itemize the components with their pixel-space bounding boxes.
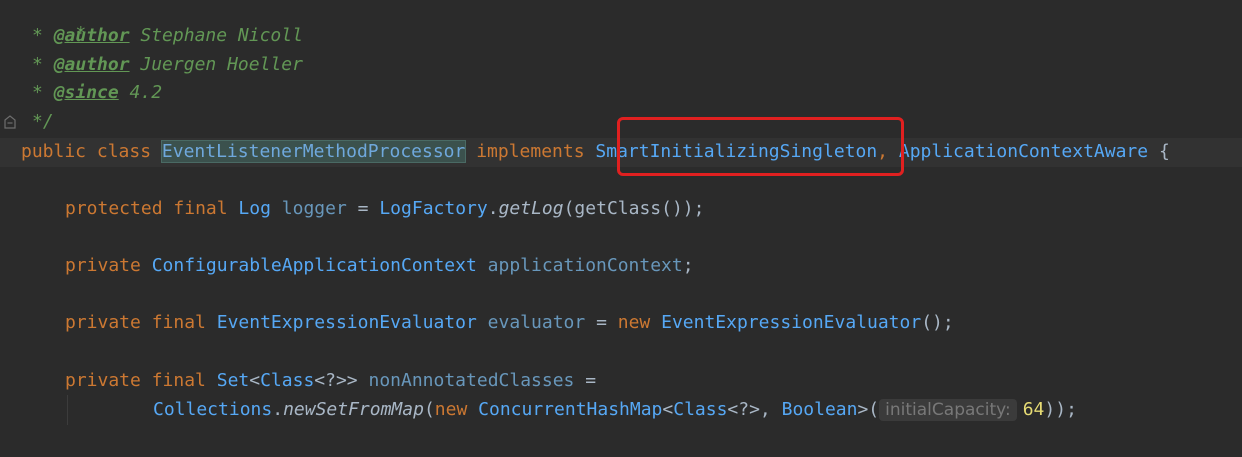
- keyword-new: new: [617, 312, 651, 333]
- doc-star: *: [32, 25, 43, 46]
- parameter-hint: initialCapacity:: [879, 399, 1017, 421]
- generic-close: >(: [857, 399, 880, 420]
- doc-tag-author[interactable]: @author: [54, 25, 130, 46]
- generic-close: <?>>: [314, 370, 358, 391]
- call-end: ));: [1044, 399, 1077, 420]
- generic-open: <: [249, 370, 261, 391]
- doc-star: *: [32, 54, 43, 75]
- type-log[interactable]: Log: [238, 198, 271, 219]
- type-event-expression-evaluator[interactable]: EventExpressionEvaluator: [217, 312, 477, 333]
- doc-author-name: Juergen Hoeller: [129, 54, 303, 75]
- type-class[interactable]: Class: [673, 399, 727, 420]
- type-concurrent-hash-map[interactable]: ConcurrentHashMap: [478, 399, 662, 420]
- type-collections[interactable]: Collections: [153, 399, 272, 420]
- paren-open: (: [423, 399, 435, 420]
- doc-comment-line: * @author Stephane Nicoll: [32, 22, 303, 50]
- field-non-annotated-classes[interactable]: nonAnnotatedClasses: [368, 370, 574, 391]
- generic-open: <: [662, 399, 674, 420]
- call-end: ();: [921, 312, 954, 333]
- keyword-protected: protected: [65, 198, 163, 219]
- keyword-private: private: [65, 312, 141, 333]
- keyword-final: final: [173, 198, 228, 219]
- keyword-private: private: [65, 370, 141, 391]
- interface-application-context-aware[interactable]: ApplicationContextAware: [899, 141, 1148, 162]
- interface-smart-initializing-singleton[interactable]: SmartInitializingSingleton: [595, 141, 877, 162]
- type-log-factory[interactable]: LogFactory: [379, 198, 487, 219]
- equals: =: [596, 312, 607, 333]
- number-literal[interactable]: 64: [1023, 399, 1045, 420]
- keyword-final: final: [151, 312, 206, 333]
- method-get-log[interactable]: getLog: [499, 198, 564, 219]
- args: (getClass());: [563, 198, 705, 219]
- classes-field-line[interactable]: private final Set<Class<?>> nonAnnotated…: [65, 367, 596, 395]
- doc-comment-close: */: [32, 108, 54, 136]
- keyword-class: class: [96, 141, 152, 162]
- method-new-set-from-map[interactable]: newSetFromMap: [283, 399, 424, 420]
- type-configurable-application-context[interactable]: ConfigurableApplicationContext: [152, 255, 477, 276]
- context-field-line[interactable]: private ConfigurableApplicationContext a…: [65, 252, 694, 280]
- field-evaluator[interactable]: evaluator: [488, 312, 586, 333]
- keyword-new: new: [434, 399, 468, 420]
- class-name[interactable]: EventListenerMethodProcessor: [160, 140, 467, 163]
- code-editor[interactable]: * * @author Stephane Nicoll * @author Ju…: [0, 0, 1242, 457]
- constructor-event-expression-evaluator[interactable]: EventExpressionEvaluator: [661, 312, 921, 333]
- type-set[interactable]: Set: [217, 370, 250, 391]
- keyword-private: private: [65, 255, 141, 276]
- doc-star: *: [32, 82, 43, 103]
- indent-guide: [67, 395, 68, 425]
- field-application-context[interactable]: applicationContext: [488, 255, 683, 276]
- open-brace: {: [1158, 141, 1170, 162]
- dot: .: [487, 198, 499, 219]
- equals: =: [357, 198, 369, 219]
- dot: .: [272, 399, 284, 420]
- keyword-public: public: [21, 141, 87, 162]
- comma: ,: [877, 141, 889, 162]
- type-boolean[interactable]: Boolean: [782, 399, 858, 420]
- generic-mid: <?>,: [727, 399, 782, 420]
- classes-init-line[interactable]: Collections.newSetFromMap(new Concurrent…: [153, 396, 1077, 424]
- class-declaration-line[interactable]: public class EventListenerMethodProcesso…: [21, 138, 1170, 166]
- semicolon: ;: [682, 255, 694, 276]
- keyword-implements: implements: [476, 141, 585, 162]
- evaluator-field-line[interactable]: private final EventExpressionEvaluator e…: [65, 309, 954, 337]
- doc-comment-line: * @since 4.2: [32, 79, 162, 107]
- fold-icon[interactable]: [3, 115, 17, 129]
- doc-comment-line: *: [32, 0, 86, 44]
- keyword-final: final: [151, 370, 206, 391]
- type-class[interactable]: Class: [260, 370, 314, 391]
- doc-close: */: [32, 111, 54, 132]
- field-logger[interactable]: logger: [282, 198, 347, 219]
- doc-author-name: Stephane Nicoll: [129, 25, 303, 46]
- doc-tag-since[interactable]: @since: [54, 82, 119, 103]
- equals: =: [585, 370, 597, 391]
- doc-since-value: 4.2: [118, 82, 163, 103]
- logger-field-line[interactable]: protected final Log logger = LogFactory.…: [65, 195, 704, 223]
- doc-tag-author[interactable]: @author: [54, 54, 130, 75]
- doc-comment-line: * @author Juergen Hoeller: [32, 51, 303, 79]
